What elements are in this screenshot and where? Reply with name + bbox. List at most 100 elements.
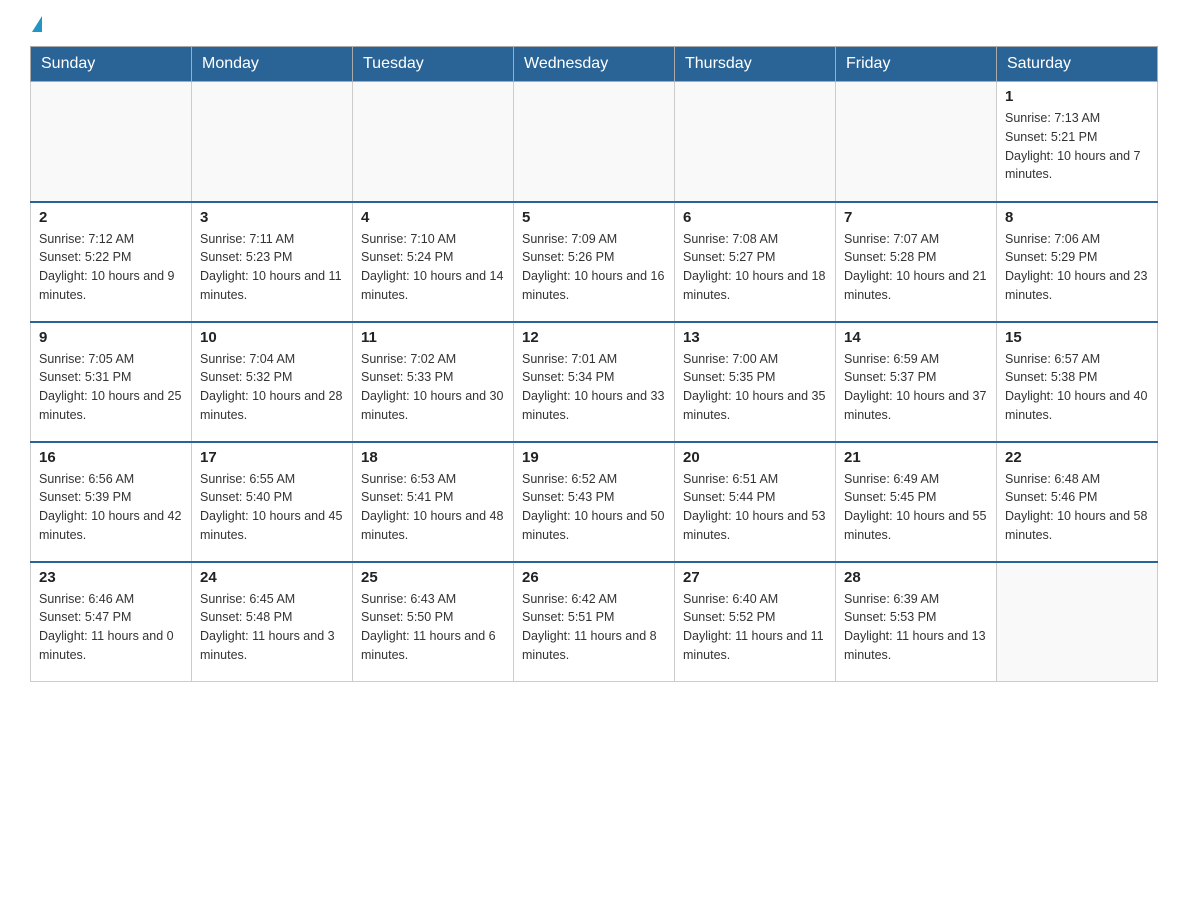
day-number: 3 xyxy=(200,209,344,226)
calendar-day-cell: 2 Sunrise: 7:12 AM Sunset: 5:22 PM Daylig… xyxy=(31,202,192,322)
day-number: 8 xyxy=(1005,209,1149,226)
calendar-week-row: 9 Sunrise: 7:05 AM Sunset: 5:31 PM Daylig… xyxy=(31,322,1158,442)
day-info-text: Sunrise: 7:10 AM Sunset: 5:24 PM Dayligh… xyxy=(361,230,505,305)
calendar-day-cell: 6 Sunrise: 7:08 AM Sunset: 5:27 PM Daylig… xyxy=(675,202,836,322)
day-number: 11 xyxy=(361,329,505,346)
day-info-text: Sunrise: 6:45 AM Sunset: 5:48 PM Dayligh… xyxy=(200,590,344,665)
day-number: 9 xyxy=(39,329,183,346)
calendar-day-cell xyxy=(353,82,514,202)
calendar-day-cell: 11 Sunrise: 7:02 AM Sunset: 5:33 PM Dayli… xyxy=(353,322,514,442)
day-info-text: Sunrise: 7:09 AM Sunset: 5:26 PM Dayligh… xyxy=(522,230,666,305)
day-of-week-header: Sunday xyxy=(31,47,192,82)
day-of-week-header: Thursday xyxy=(675,47,836,82)
day-info-text: Sunrise: 7:06 AM Sunset: 5:29 PM Dayligh… xyxy=(1005,230,1149,305)
calendar-day-cell: 27 Sunrise: 6:40 AM Sunset: 5:52 PM Dayli… xyxy=(675,562,836,682)
day-number: 24 xyxy=(200,569,344,586)
day-info-text: Sunrise: 6:56 AM Sunset: 5:39 PM Dayligh… xyxy=(39,470,183,545)
day-info-text: Sunrise: 7:00 AM Sunset: 5:35 PM Dayligh… xyxy=(683,350,827,425)
calendar-day-cell xyxy=(514,82,675,202)
day-info-text: Sunrise: 7:04 AM Sunset: 5:32 PM Dayligh… xyxy=(200,350,344,425)
calendar-table: SundayMondayTuesdayWednesdayThursdayFrid… xyxy=(30,46,1158,682)
day-number: 27 xyxy=(683,569,827,586)
day-info-text: Sunrise: 6:57 AM Sunset: 5:38 PM Dayligh… xyxy=(1005,350,1149,425)
day-number: 18 xyxy=(361,449,505,466)
day-number: 26 xyxy=(522,569,666,586)
day-number: 10 xyxy=(200,329,344,346)
calendar-day-cell: 14 Sunrise: 6:59 AM Sunset: 5:37 PM Dayli… xyxy=(836,322,997,442)
calendar-day-cell xyxy=(31,82,192,202)
calendar-day-cell: 21Sunrise: 6:49 AM Sunset: 5:45 PM Dayli… xyxy=(836,442,997,562)
day-of-week-header: Friday xyxy=(836,47,997,82)
day-number: 22 xyxy=(1005,449,1149,466)
day-number: 20 xyxy=(683,449,827,466)
logo xyxy=(30,20,42,36)
calendar-day-cell: 26 Sunrise: 6:42 AM Sunset: 5:51 PM Dayli… xyxy=(514,562,675,682)
day-info-text: Sunrise: 6:53 AM Sunset: 5:41 PM Dayligh… xyxy=(361,470,505,545)
day-number: 17 xyxy=(200,449,344,466)
day-number: 6 xyxy=(683,209,827,226)
day-number: 15 xyxy=(1005,329,1149,346)
day-info-text: Sunrise: 7:11 AM Sunset: 5:23 PM Dayligh… xyxy=(200,230,344,305)
day-info-text: Sunrise: 7:07 AM Sunset: 5:28 PM Dayligh… xyxy=(844,230,988,305)
calendar-day-cell: 25 Sunrise: 6:43 AM Sunset: 5:50 PM Dayli… xyxy=(353,562,514,682)
day-number: 13 xyxy=(683,329,827,346)
calendar-day-cell: 1 Sunrise: 7:13 AM Sunset: 5:21 PM Daylig… xyxy=(997,82,1158,202)
calendar-day-cell: 7 Sunrise: 7:07 AM Sunset: 5:28 PM Daylig… xyxy=(836,202,997,322)
day-info-text: Sunrise: 6:43 AM Sunset: 5:50 PM Dayligh… xyxy=(361,590,505,665)
day-info-text: Sunrise: 7:01 AM Sunset: 5:34 PM Dayligh… xyxy=(522,350,666,425)
calendar-day-cell: 24 Sunrise: 6:45 AM Sunset: 5:48 PM Dayli… xyxy=(192,562,353,682)
calendar-day-cell: 9 Sunrise: 7:05 AM Sunset: 5:31 PM Daylig… xyxy=(31,322,192,442)
day-number: 12 xyxy=(522,329,666,346)
calendar-day-cell xyxy=(997,562,1158,682)
calendar-day-cell: 19 Sunrise: 6:52 AM Sunset: 5:43 PM Dayli… xyxy=(514,442,675,562)
day-number: 7 xyxy=(844,209,988,226)
day-info-text: Sunrise: 7:02 AM Sunset: 5:33 PM Dayligh… xyxy=(361,350,505,425)
day-number: 4 xyxy=(361,209,505,226)
calendar-week-row: 23 Sunrise: 6:46 AM Sunset: 5:47 PM Dayli… xyxy=(31,562,1158,682)
calendar-day-cell: 22 Sunrise: 6:48 AM Sunset: 5:46 PM Dayli… xyxy=(997,442,1158,562)
day-info-text: Sunrise: 7:05 AM Sunset: 5:31 PM Dayligh… xyxy=(39,350,183,425)
day-info-text: Sunrise: 7:13 AM Sunset: 5:21 PM Dayligh… xyxy=(1005,109,1149,184)
calendar-day-cell: 12 Sunrise: 7:01 AM Sunset: 5:34 PM Dayli… xyxy=(514,322,675,442)
day-info-text: Sunrise: 6:51 AM Sunset: 5:44 PM Dayligh… xyxy=(683,470,827,545)
calendar-header-row: SundayMondayTuesdayWednesdayThursdayFrid… xyxy=(31,47,1158,82)
calendar-day-cell: 3 Sunrise: 7:11 AM Sunset: 5:23 PM Daylig… xyxy=(192,202,353,322)
calendar-day-cell: 5Sunrise: 7:09 AM Sunset: 5:26 PM Daylig… xyxy=(514,202,675,322)
day-of-week-header: Wednesday xyxy=(514,47,675,82)
page-header xyxy=(30,20,1158,36)
day-of-week-header: Saturday xyxy=(997,47,1158,82)
day-info-text: Sunrise: 6:59 AM Sunset: 5:37 PM Dayligh… xyxy=(844,350,988,425)
day-number: 23 xyxy=(39,569,183,586)
calendar-day-cell: 17Sunrise: 6:55 AM Sunset: 5:40 PM Dayli… xyxy=(192,442,353,562)
day-info-text: Sunrise: 7:12 AM Sunset: 5:22 PM Dayligh… xyxy=(39,230,183,305)
calendar-day-cell: 20 Sunrise: 6:51 AM Sunset: 5:44 PM Dayli… xyxy=(675,442,836,562)
calendar-day-cell xyxy=(675,82,836,202)
day-info-text: Sunrise: 6:49 AM Sunset: 5:45 PM Dayligh… xyxy=(844,470,988,545)
calendar-day-cell: 8 Sunrise: 7:06 AM Sunset: 5:29 PM Daylig… xyxy=(997,202,1158,322)
calendar-week-row: 16 Sunrise: 6:56 AM Sunset: 5:39 PM Dayli… xyxy=(31,442,1158,562)
day-info-text: Sunrise: 6:46 AM Sunset: 5:47 PM Dayligh… xyxy=(39,590,183,665)
day-number: 19 xyxy=(522,449,666,466)
day-number: 2 xyxy=(39,209,183,226)
calendar-day-cell: 10 Sunrise: 7:04 AM Sunset: 5:32 PM Dayli… xyxy=(192,322,353,442)
day-number: 14 xyxy=(844,329,988,346)
calendar-day-cell: 28 Sunrise: 6:39 AM Sunset: 5:53 PM Dayli… xyxy=(836,562,997,682)
day-of-week-header: Monday xyxy=(192,47,353,82)
calendar-week-row: 1 Sunrise: 7:13 AM Sunset: 5:21 PM Daylig… xyxy=(31,82,1158,202)
day-info-text: Sunrise: 6:48 AM Sunset: 5:46 PM Dayligh… xyxy=(1005,470,1149,545)
calendar-day-cell: 16 Sunrise: 6:56 AM Sunset: 5:39 PM Dayli… xyxy=(31,442,192,562)
day-number: 28 xyxy=(844,569,988,586)
day-info-text: Sunrise: 6:42 AM Sunset: 5:51 PM Dayligh… xyxy=(522,590,666,665)
day-info-text: Sunrise: 6:40 AM Sunset: 5:52 PM Dayligh… xyxy=(683,590,827,665)
calendar-day-cell: 15 Sunrise: 6:57 AM Sunset: 5:38 PM Dayli… xyxy=(997,322,1158,442)
day-number: 25 xyxy=(361,569,505,586)
calendar-day-cell: 18 Sunrise: 6:53 AM Sunset: 5:41 PM Dayli… xyxy=(353,442,514,562)
day-number: 16 xyxy=(39,449,183,466)
day-info-text: Sunrise: 6:39 AM Sunset: 5:53 PM Dayligh… xyxy=(844,590,988,665)
day-number: 1 xyxy=(1005,88,1149,105)
day-of-week-header: Tuesday xyxy=(353,47,514,82)
calendar-day-cell xyxy=(192,82,353,202)
day-info-text: Sunrise: 6:52 AM Sunset: 5:43 PM Dayligh… xyxy=(522,470,666,545)
calendar-day-cell: 23 Sunrise: 6:46 AM Sunset: 5:47 PM Dayli… xyxy=(31,562,192,682)
day-info-text: Sunrise: 7:08 AM Sunset: 5:27 PM Dayligh… xyxy=(683,230,827,305)
